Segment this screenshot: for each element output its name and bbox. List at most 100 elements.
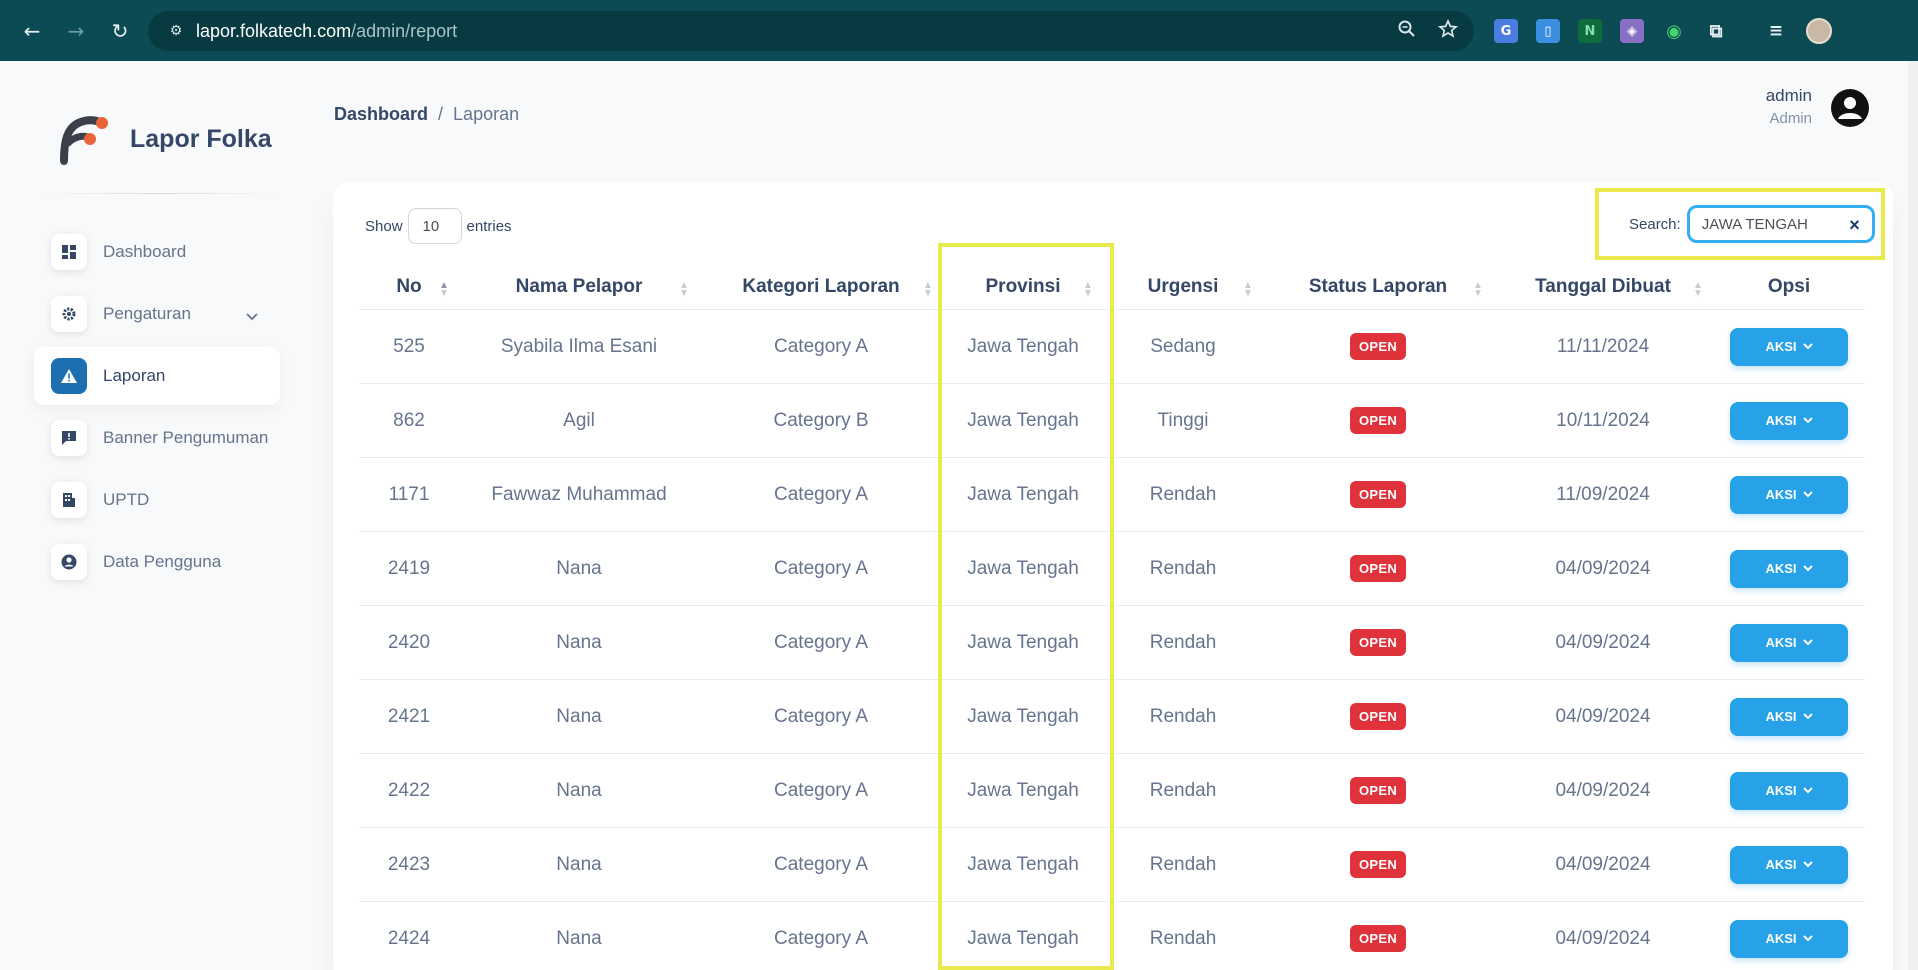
translate-extension-icon[interactable]: G (1494, 19, 1518, 43)
cell-provinsi: Jawa Tengah (967, 779, 1079, 801)
site-info-icon[interactable]: ⚙ (156, 23, 196, 39)
sidebar-item-laporan[interactable]: Laporan (34, 347, 280, 405)
sidebar-item-uptd[interactable]: UPTD (34, 471, 280, 529)
aksi-button[interactable]: AKSI (1730, 327, 1848, 366)
sidebar-item-dashboard[interactable]: Dashboard (34, 223, 280, 281)
announcement-icon (51, 420, 87, 456)
sidebar-item-banner-pengumuman[interactable]: Banner Pengumuman (34, 409, 280, 467)
entries-select[interactable]: 10 (407, 208, 462, 244)
column-header-no[interactable]: No ▲ ▼ (359, 275, 459, 299)
header-label: Nama Pelapor (515, 275, 643, 297)
cell-opsi: AKSI (1713, 845, 1865, 884)
cell-status: OPEN (1263, 481, 1493, 508)
column-header-kategori-laporan[interactable]: Kategori Laporan ▲ ▼ (699, 276, 943, 299)
sidebar-item-label: Pengaturan (103, 304, 191, 323)
sidebar-item-pengaturan[interactable]: Pengaturan (34, 285, 280, 343)
user-circle-icon (51, 544, 87, 580)
cell-tanggal: 04/09/2024 (1555, 705, 1651, 727)
aksi-button[interactable]: AKSI (1730, 845, 1848, 884)
aksi-button[interactable]: AKSI (1730, 549, 1848, 588)
cell-nama-pelapor: Agil (563, 409, 595, 431)
media-controls-icon[interactable]: ≡ (1764, 19, 1788, 43)
cell-tanggal: 04/09/2024 (1555, 853, 1651, 875)
cell-nama-pelapor: Nana (556, 853, 602, 875)
user-avatar-icon (1831, 89, 1869, 127)
aksi-button[interactable]: AKSI (1730, 697, 1848, 736)
aksi-button[interactable]: AKSI (1730, 623, 1848, 662)
clear-search-icon[interactable]: × (1849, 215, 1860, 236)
cell-opsi: AKSI (1713, 623, 1865, 662)
address-url[interactable]: lapor.folkatech.com/admin/report (196, 21, 457, 42)
sort-icon: ▲ ▼ (1473, 279, 1483, 299)
notion-extension-icon[interactable]: N (1578, 19, 1602, 43)
bookmark-star-icon[interactable] (1437, 18, 1459, 43)
sidebar-divider (40, 193, 280, 194)
cell-kategori: Category A (774, 335, 868, 357)
report-card: Show 10 entries Search: JAWA TENGAH × No… (333, 182, 1893, 970)
cell-tanggal: 11/09/2024 (1556, 483, 1650, 505)
reload-icon[interactable]: ↻ (102, 13, 138, 49)
brand[interactable]: Lapor Folka (56, 113, 272, 165)
url-host: lapor.folkatech.com (196, 20, 352, 41)
breadcrumb-root[interactable]: Dashboard (334, 104, 428, 125)
puzzle-app-extension-icon[interactable]: ◈ (1620, 19, 1644, 43)
column-header-urgensi[interactable]: Urgensi ▲ ▼ (1103, 276, 1263, 299)
cell-provinsi: Jawa Tengah (967, 557, 1079, 579)
cell-status: OPEN (1263, 851, 1493, 878)
table-body: 525 Syabila Ilma Esani Category A Jawa Teng… (359, 310, 1865, 970)
cell-nama-pelapor: Nana (556, 557, 602, 579)
chevron-down-icon[interactable] (246, 306, 258, 325)
sidebar-item-data-pengguna[interactable]: Data Pengguna (34, 533, 280, 591)
browser-profile-avatar[interactable] (1806, 18, 1832, 44)
dashboard-icon (51, 234, 87, 270)
forward-icon[interactable]: → (58, 13, 94, 49)
sidebar-item-label: Dashboard (103, 242, 187, 261)
chevron-down-icon (1802, 787, 1813, 794)
search-input[interactable]: JAWA TENGAH × (1686, 205, 1875, 243)
docs-extension-icon[interactable]: ▯ (1536, 19, 1560, 43)
cell-no: 2421 (387, 705, 431, 727)
aksi-button[interactable]: AKSI (1730, 771, 1848, 810)
aksi-label: AKSI (1765, 339, 1797, 354)
status-badge: OPEN (1349, 925, 1407, 952)
url-path: /admin/report (351, 20, 458, 41)
user-role: Admin (1769, 110, 1812, 127)
column-header-nama-pelapor[interactable]: Nama Pelapor ▲ ▼ (459, 275, 699, 299)
breadcrumb-separator: / (438, 104, 444, 124)
cell-kategori: Category A (774, 557, 868, 579)
breadcrumb: Dashboard / Laporan (334, 104, 519, 125)
aksi-button[interactable]: AKSI (1730, 401, 1848, 440)
column-header-provinsi[interactable]: Provinsi ▲ ▼ (943, 276, 1103, 299)
cell-urgensi: Rendah (1149, 483, 1217, 505)
address-bar[interactable]: ⚙ lapor.folkatech.com/admin/report (148, 11, 1474, 51)
cell-nama-pelapor: Fawwaz Muhammad (491, 483, 667, 505)
aksi-button[interactable]: AKSI (1730, 475, 1848, 514)
aksi-label: AKSI (1765, 931, 1797, 946)
back-icon[interactable]: ← (14, 13, 50, 49)
cell-tanggal: 11/11/2024 (1556, 335, 1650, 357)
cell-kategori: Category A (774, 483, 868, 505)
table-row: 2419 Nana Category A Jawa Tengah Rendah OPEN 0… (359, 532, 1865, 606)
column-header-status-laporan[interactable]: Status Laporan ▲ ▼ (1263, 276, 1493, 299)
extensions-puzzle-icon[interactable]: ⧉ (1704, 19, 1728, 43)
table-row: 2420 Nana Category A Jawa Tengah Rendah OPEN 0… (359, 606, 1865, 680)
column-header-tanggal-dibuat[interactable]: Tanggal Dibuat ▲ ▼ (1493, 276, 1713, 299)
cell-no: 2422 (387, 779, 431, 801)
status-badge: OPEN (1349, 555, 1407, 582)
status-badge: OPEN (1349, 407, 1407, 434)
chevron-down-icon (1802, 565, 1813, 572)
page-scrollbar[interactable] (1908, 61, 1918, 970)
eye-extension-icon[interactable]: ◉ (1662, 19, 1686, 43)
header-label: No (396, 275, 422, 297)
gear-icon (51, 296, 87, 332)
sidebar-item-label: Laporan (103, 366, 166, 385)
table-row: 2421 Nana Category A Jawa Tengah Rendah OPEN 0… (359, 680, 1865, 754)
zoom-icon[interactable] (1398, 20, 1416, 42)
cell-tanggal: 04/09/2024 (1555, 779, 1651, 801)
cell-nama-pelapor: Nana (556, 927, 602, 949)
avatar[interactable] (1830, 88, 1870, 128)
cell-nama-pelapor: Nana (556, 631, 602, 653)
cell-no: 2419 (387, 557, 431, 579)
cell-urgensi: Rendah (1149, 557, 1217, 579)
aksi-button[interactable]: AKSI (1730, 919, 1848, 958)
